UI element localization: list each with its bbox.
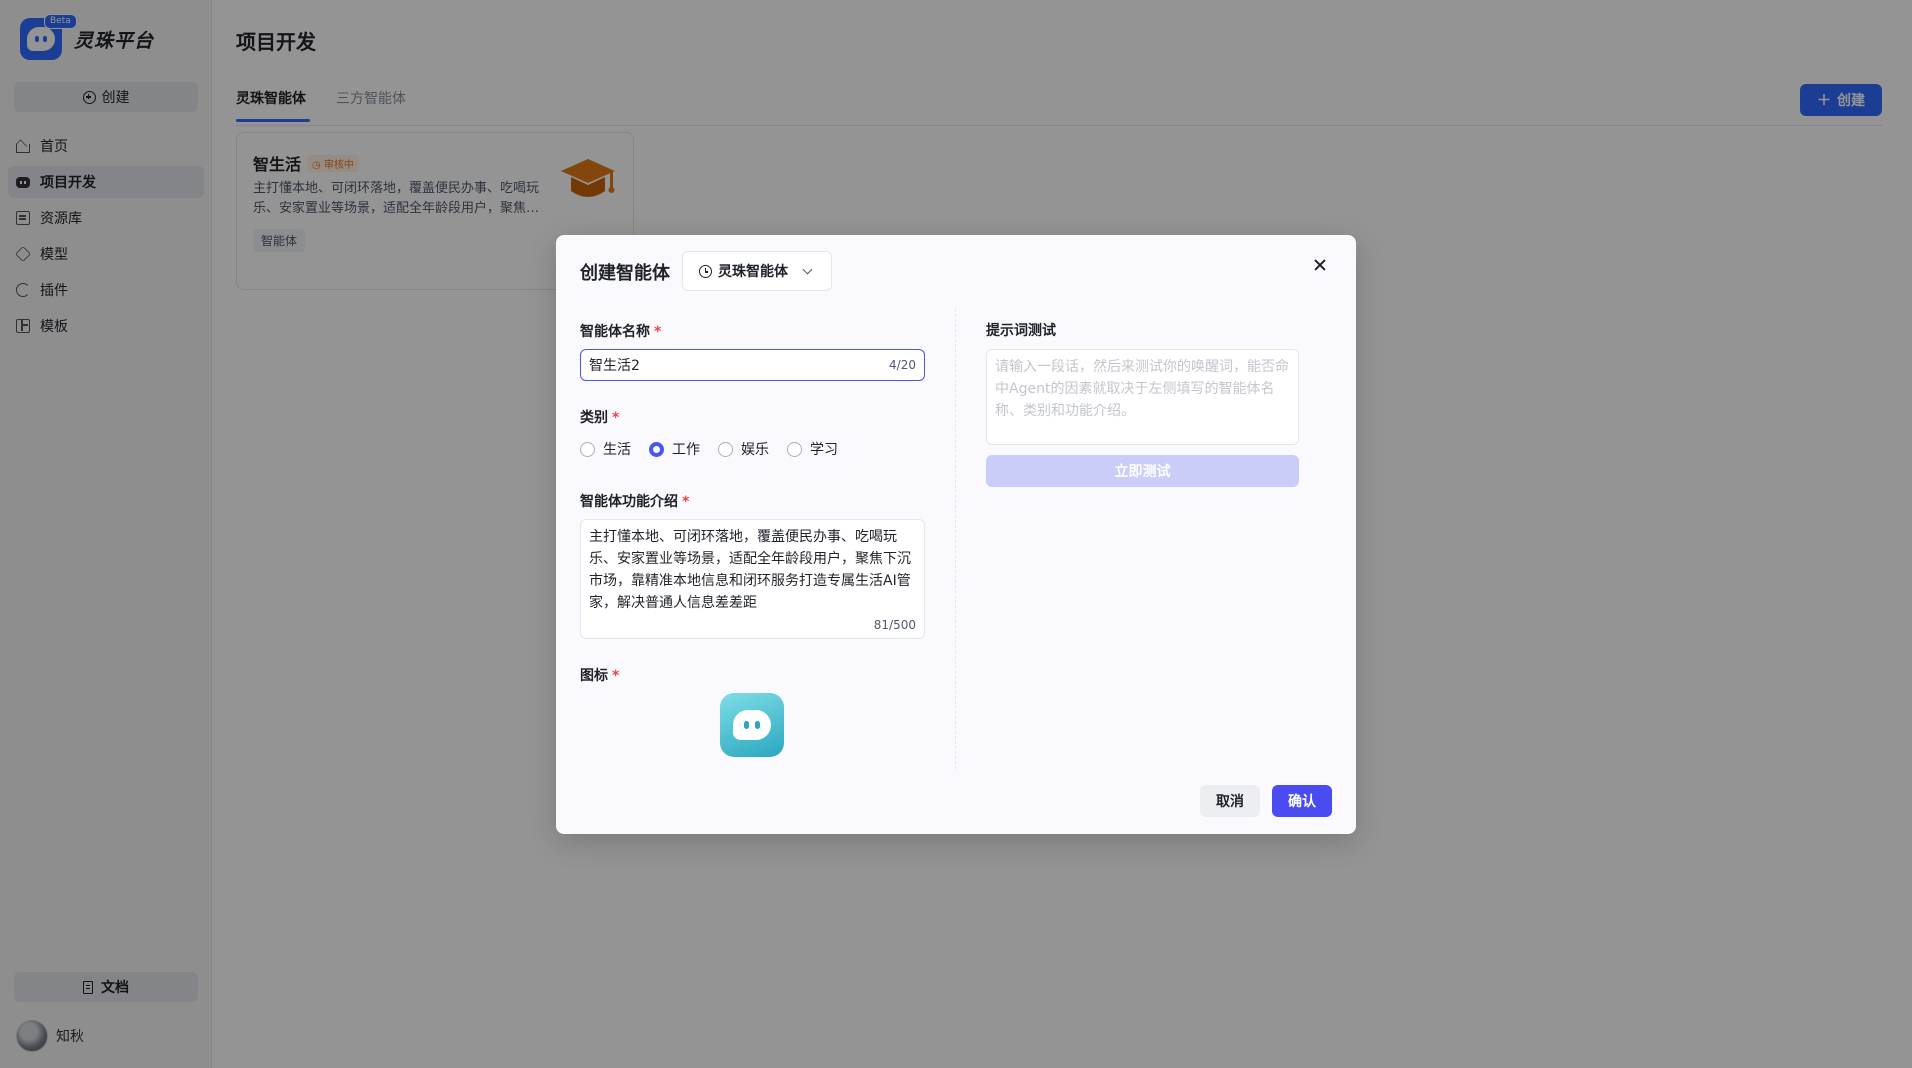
clock-icon [699,264,712,278]
agent-name-input[interactable]: 智生活2 4/20 [580,349,925,381]
category-radio-study[interactable]: 学习 [787,439,838,459]
description-label: 智能体功能介绍 * [580,494,690,510]
description-char-counter: 81/500 [873,618,916,632]
test-now-button[interactable]: 立即测试 [986,455,1299,487]
dialog-title: 创建智能体 [580,263,670,284]
create-agent-dialog: 创建智能体 灵珠智能体 智能体名称 * 智生活2 4/20 类别 * 生活 工作 娱… [556,235,1356,834]
category-radio-work[interactable]: 工作 [649,439,700,459]
name-char-counter: 4/20 [889,358,916,372]
category-radio-entertainment[interactable]: 娱乐 [718,439,769,459]
dialog-divider [955,309,956,769]
confirm-button[interactable]: 确认 [1272,785,1332,817]
agent-type-select[interactable]: 灵珠智能体 [682,251,832,291]
close-icon[interactable] [1310,255,1330,275]
icon-label: 图标 * [580,668,620,684]
prompt-test-input[interactable]: 请输入一段话，然后来测试你的唤醒词，能否命中Agent的因素就取决于左侧填写的智… [986,349,1299,445]
chevron-down-icon [802,264,813,274]
category-label: 类别 * [580,410,620,426]
cancel-button[interactable]: 取消 [1200,785,1260,817]
agent-name-label: 智能体名称 * [580,324,662,340]
category-radio-life[interactable]: 生活 [580,439,631,459]
prompt-test-label: 提示词测试 [986,323,1056,339]
description-textarea[interactable]: 主打懂本地、可闭环落地，覆盖便民办事、吃喝玩乐、安家置业等场景，适配全年龄段用户… [580,519,925,639]
agent-avatar-icon[interactable] [720,693,784,757]
category-radio-group: 生活 工作 娱乐 学习 [580,439,838,459]
